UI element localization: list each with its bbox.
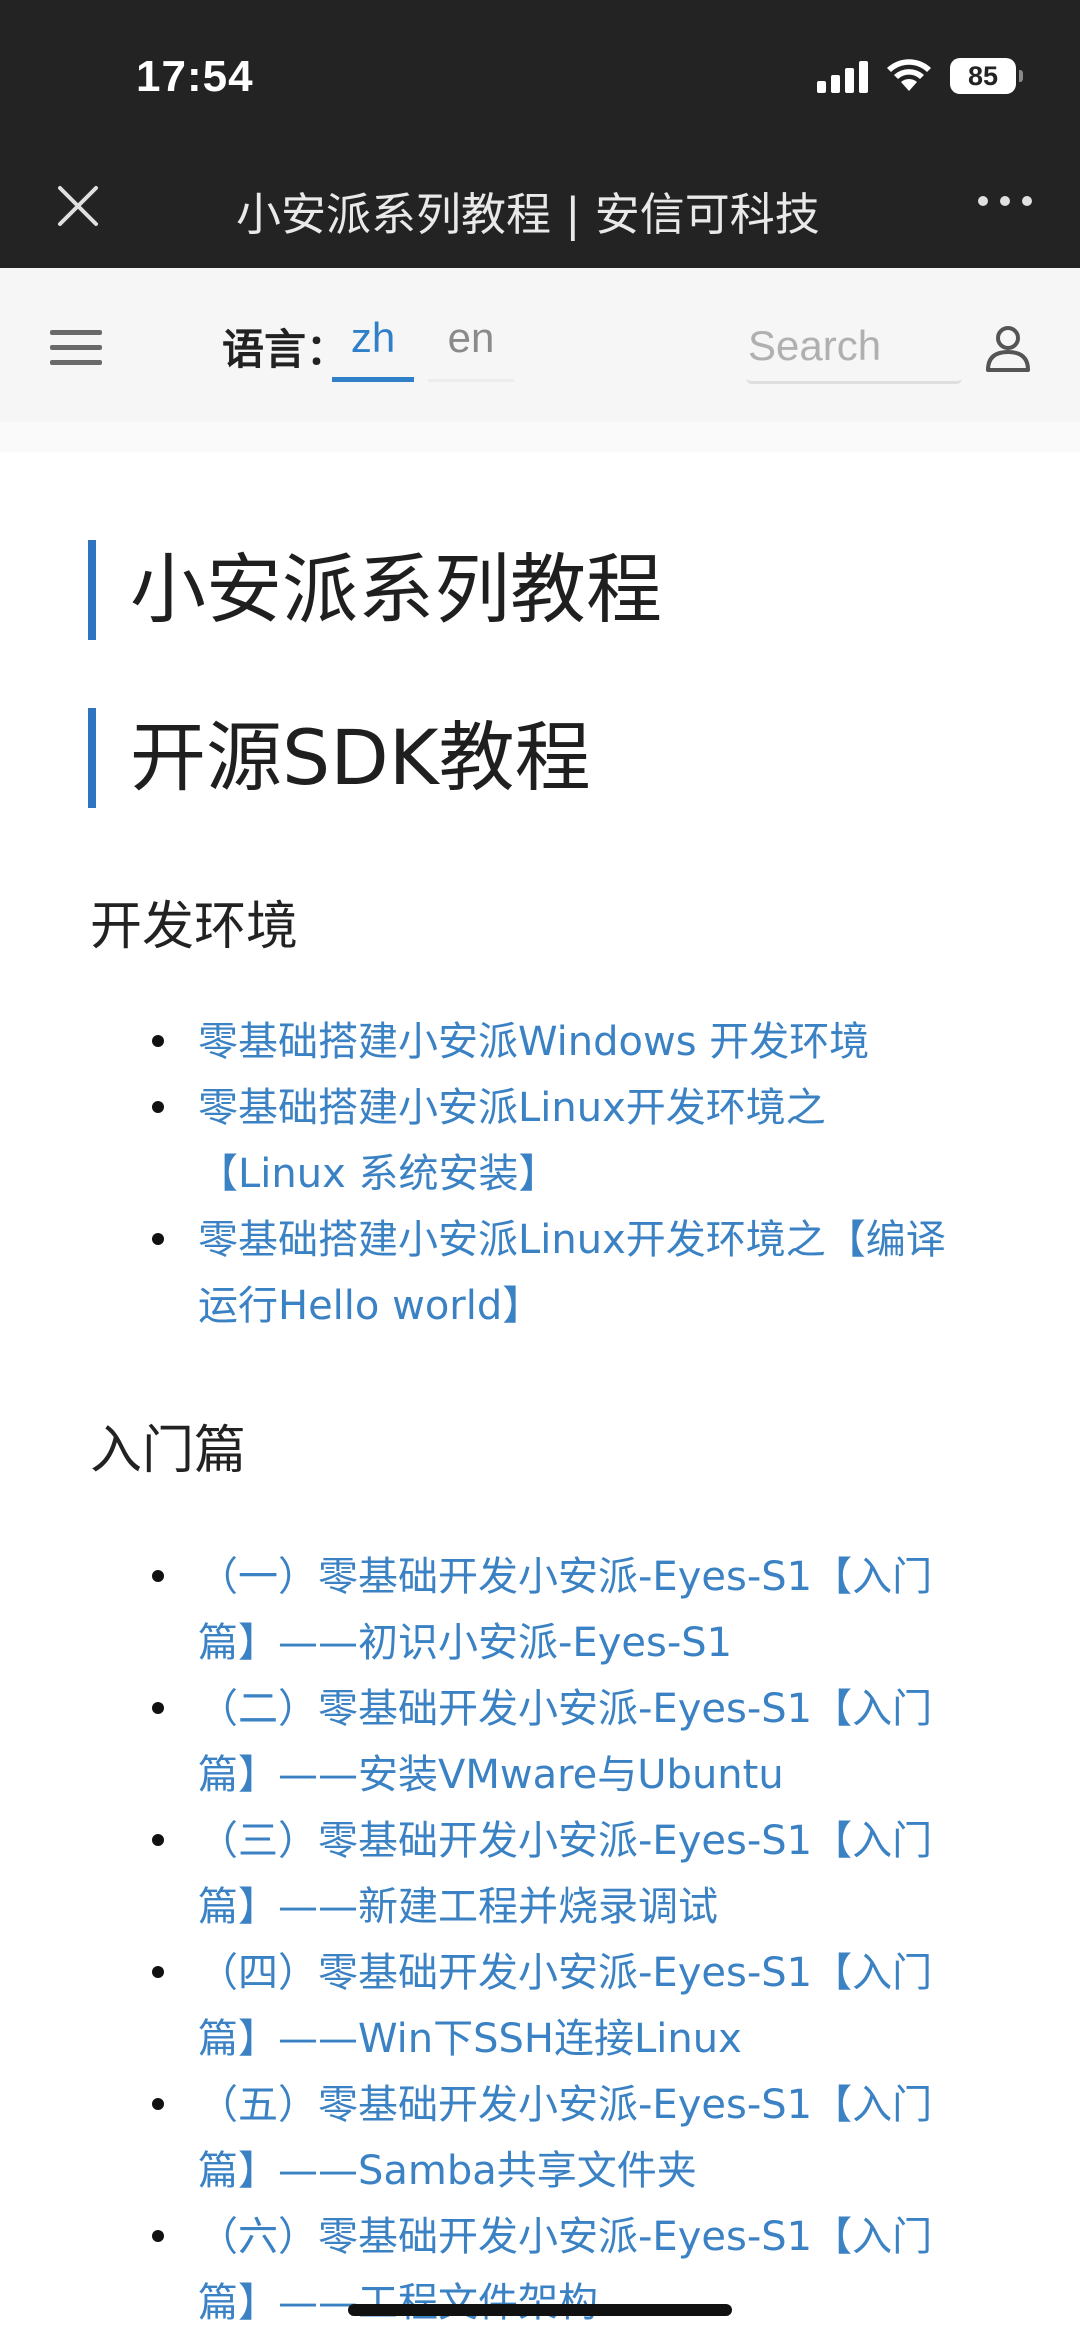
user-icon[interactable] <box>980 320 1036 376</box>
tutorial-link[interactable]: （二）零基础开发小安派-Eyes-S1【入门篇】——安装VMware与Ubunt… <box>198 1686 932 1798</box>
list-item: （二）零基础开发小安派-Eyes-S1【入门篇】——安装VMware与Ubunt… <box>0 1676 1080 1808</box>
getting-started-link-list: （一）零基础开发小安派-Eyes-S1【入门篇】——初识小安派-Eyes-S1 … <box>0 1544 1080 2336</box>
status-time: 17:54 <box>136 52 254 101</box>
dev-env-link-list: 零基础搭建小安派Windows 开发环境 零基础搭建小安派Linux开发环境之【… <box>0 1009 1080 1339</box>
site-navbar: 语言： zh en <box>0 268 1080 422</box>
search-box <box>746 316 962 384</box>
close-icon[interactable] <box>52 180 104 232</box>
list-item: 零基础搭建小安派Windows 开发环境 <box>0 1009 1080 1075</box>
navbar-shadow-strip <box>0 422 1080 452</box>
language-label: 语言： <box>222 325 349 374</box>
language-tab-zh[interactable]: zh <box>332 312 414 382</box>
more-options-icon[interactable] <box>978 196 1032 206</box>
list-item: （四）零基础开发小安派-Eyes-S1【入门篇】——Win下SSH连接Linux <box>0 1940 1080 2072</box>
home-indicator <box>348 2304 732 2316</box>
browser-header: 17:54 85 小安派系列教程 | 安信可科技 <box>0 0 1080 268</box>
list-item: （六）零基础开发小安派-Eyes-S1【入门篇】——工程文件架构 <box>0 2204 1080 2336</box>
list-item: （一）零基础开发小安派-Eyes-S1【入门篇】——初识小安派-Eyes-S1 <box>0 1544 1080 1676</box>
list-item: （三）零基础开发小安派-Eyes-S1【入门篇】——新建工程并烧录调试 <box>0 1808 1080 1940</box>
cellular-signal-icon <box>817 59 868 93</box>
list-item: （五）零基础开发小安派-Eyes-S1【入门篇】——Samba共享文件夹 <box>0 2072 1080 2204</box>
battery-icon: 85 <box>950 58 1023 94</box>
tutorial-link[interactable]: （五）零基础开发小安派-Eyes-S1【入门篇】——Samba共享文件夹 <box>198 2082 932 2194</box>
wifi-icon <box>887 59 931 91</box>
tutorial-link[interactable]: 零基础搭建小安派Linux开发环境之【Linux 系统安装】 <box>198 1085 826 1197</box>
status-icons: 85 <box>817 58 1023 94</box>
page-heading: 小安派系列教程 <box>88 540 662 640</box>
section-title-getting-started: 入门篇 <box>90 1421 247 1481</box>
page-title: 小安派系列教程 | 安信可科技 <box>236 188 820 241</box>
list-item: 零基础搭建小安派Linux开发环境之【编译运行Hello world】 <box>0 1207 1080 1339</box>
tutorial-link[interactable]: 零基础搭建小安派Windows 开发环境 <box>198 1019 869 1065</box>
tutorial-link[interactable]: 零基础搭建小安派Linux开发环境之【编译运行Hello world】 <box>198 1217 946 1329</box>
tutorial-link[interactable]: （一）零基础开发小安派-Eyes-S1【入门篇】——初识小安派-Eyes-S1 <box>198 1554 932 1666</box>
menu-icon[interactable] <box>50 330 102 370</box>
tutorial-link[interactable]: （三）零基础开发小安派-Eyes-S1【入门篇】——新建工程并烧录调试 <box>198 1818 932 1930</box>
tutorial-link[interactable]: （四）零基础开发小安派-Eyes-S1【入门篇】——Win下SSH连接Linux <box>198 1950 932 2062</box>
section-title-dev-env: 开发环境 <box>90 897 299 957</box>
list-item: 零基础搭建小安派Linux开发环境之【Linux 系统安装】 <box>0 1075 1080 1207</box>
search-input[interactable] <box>746 316 962 376</box>
language-tab-en[interactable]: en <box>428 312 514 382</box>
section-heading-sdk: 开源SDK教程 <box>88 708 591 808</box>
